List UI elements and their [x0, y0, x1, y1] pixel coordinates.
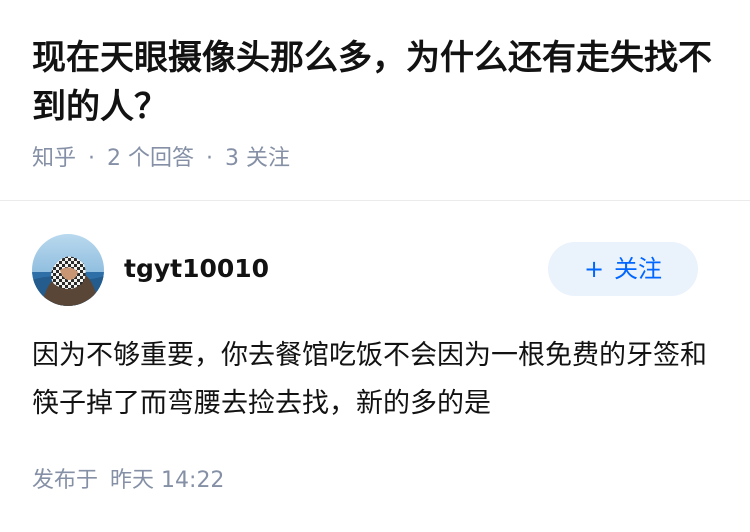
published-time: 14:22 [161, 468, 225, 493]
author-name[interactable]: tgyt10010 [124, 252, 269, 286]
answer-content[interactable]: 因为不够重要，你去餐馆吃饭不会因为一根免费的牙签和筷子掉了而弯腰去捡去找，新的多… [32, 332, 712, 428]
follow-button-label: 关注 [614, 255, 663, 283]
question-header: 现在天眼摄像头那么多，为什么还有走失找不到的人？ [32, 34, 722, 132]
question-title[interactable]: 现在天眼摄像头那么多，为什么还有走失找不到的人？ [32, 34, 722, 132]
published-day: 昨天 [110, 468, 155, 493]
source-label[interactable]: 知乎 [32, 146, 76, 171]
meta-separator: · [88, 146, 96, 171]
meta-separator: · [206, 146, 214, 171]
user-avatar-photo [32, 234, 104, 306]
answer-footer: 发布于 昨天 14:22 [32, 466, 224, 496]
avatar[interactable] [32, 234, 104, 306]
follow-count: 3 [225, 146, 240, 171]
question-meta: 知乎 · 2 个回答 · 3 关注 [32, 144, 290, 174]
section-divider [0, 200, 750, 201]
answer-count: 2 [107, 146, 122, 171]
published-label: 发布于 [32, 468, 99, 493]
answer-count-label[interactable]: 个回答 [128, 146, 194, 171]
answer-page: 现在天眼摄像头那么多，为什么还有走失找不到的人？ 知乎 · 2 个回答 · 3 关注 [0, 0, 750, 532]
plus-icon: + [583, 255, 605, 283]
follow-count-label[interactable]: 关注 [246, 146, 290, 171]
follow-button[interactable]: + 关注 [548, 242, 698, 296]
